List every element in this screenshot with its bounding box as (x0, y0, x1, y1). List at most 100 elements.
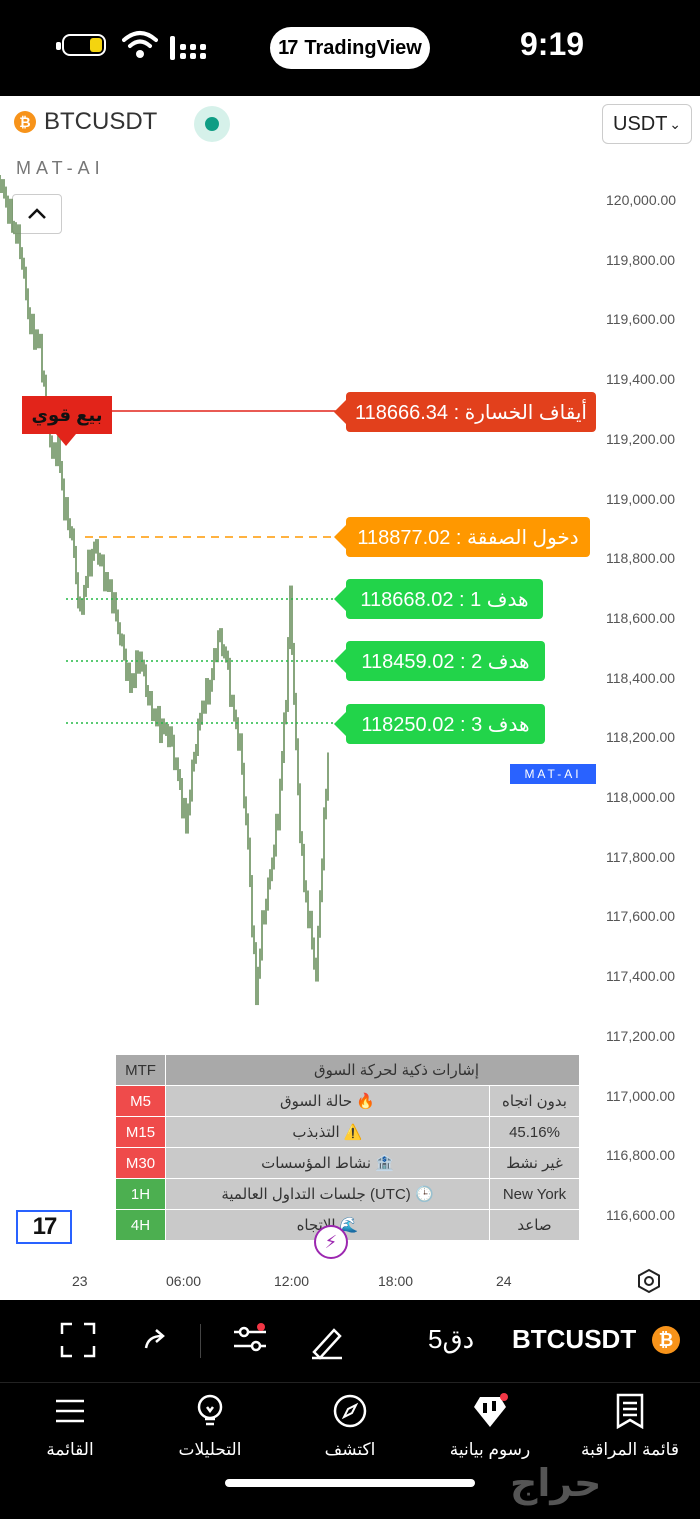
mtf-header-tf: MTF (115, 1054, 166, 1086)
price-axis-label: 119,200.00 (606, 430, 676, 447)
interval-button[interactable]: 5دق (428, 1324, 474, 1355)
mtf-label-cell: جلسات التداول العالمية (UTC) 🕒 (165, 1178, 490, 1210)
mtf-value: 45.16% (489, 1116, 580, 1148)
mtf-label: جلسات التداول العالمية (UTC) (221, 1186, 411, 1203)
fullscreen-icon[interactable] (60, 1322, 96, 1358)
price-axis-label: 117,000.00 (606, 1087, 676, 1104)
nav-explore-label: اكتشف (324, 1440, 376, 1459)
mtf-value: New York (489, 1178, 580, 1210)
menu-icon (56, 1399, 84, 1423)
app-pill[interactable]: 17 TradingView (270, 27, 430, 69)
mtf-header-title: إشارات ذكية لحركة السوق (165, 1054, 580, 1086)
price-axis-label: 119,600.00 (606, 311, 676, 328)
currency-select[interactable]: USDT ⌄ (602, 104, 692, 144)
time-axis-label: 06:00 (166, 1273, 202, 1289)
mtf-table: MTF إشارات ذكية لحركة السوق M5 حالة السوق… (115, 1054, 580, 1241)
site-watermark: حراج (510, 1463, 602, 1505)
mtf-row: 4H الاتجاه 🌊 صاعد (115, 1209, 580, 1241)
time-axis-label: 23 (72, 1273, 88, 1289)
mtf-value: بدون اتجاه (489, 1085, 580, 1117)
toolbar-symbol[interactable]: BTCUSDT (512, 1324, 636, 1355)
price-axis-label: 118,800.00 (606, 550, 676, 567)
battery-cap (56, 42, 61, 50)
mtf-row: 1H جلسات التداول العالمية (UTC) 🕒 New York (115, 1178, 580, 1210)
mtf-timeframe: M5 (115, 1085, 166, 1117)
price-axis-label: 116,600.00 (606, 1206, 676, 1223)
lightning-icon[interactable]: ⚡ (314, 1225, 348, 1259)
mtf-label-cell: نشاط المؤسسات 🏦 (165, 1147, 490, 1179)
mtf-label-cell: التذبذب ⚠️ (165, 1116, 490, 1148)
stop-loss-tag: أيقاف الخسارة : 118666.34 (334, 392, 596, 432)
tradingview-logo-icon: 17 (278, 36, 298, 59)
chart-toolbar: 5دق BTCUSDT ₿ (0, 1300, 700, 1382)
mtf-label: حالة السوق (280, 1093, 353, 1110)
nav-menu[interactable]: القائمة (0, 1393, 140, 1460)
mtf-value: صاعد (489, 1209, 580, 1241)
price-axis-label: 117,800.00 (606, 848, 676, 865)
mtf-header-row: MTF إشارات ذكية لحركة السوق (115, 1054, 580, 1086)
price-axis-label: 119,800.00 (606, 251, 676, 268)
mtf-row: M30 نشاط المؤسسات 🏦 غير نشط (115, 1147, 580, 1179)
chart-settings-icon[interactable] (636, 1268, 662, 1294)
mtf-row: M15 التذبذب ⚠️ 45.16% (115, 1116, 580, 1148)
price-axis-label: 119,000.00 (606, 490, 676, 507)
price-axis-label: 118,200.00 (606, 729, 676, 746)
nav-ideas-label: التحليلات (178, 1440, 242, 1459)
mtf-value: غير نشط (489, 1147, 580, 1179)
time-axis-label: 24 (496, 1273, 512, 1289)
watchlist-icon (616, 1393, 644, 1430)
redo-icon[interactable] (144, 1328, 170, 1352)
mtf-row-icon: 🕒 (414, 1186, 434, 1203)
compass-icon (333, 1394, 367, 1428)
home-indicator[interactable] (225, 1479, 475, 1487)
nav-ideas[interactable]: التحليلات (140, 1393, 280, 1460)
mtf-timeframe: 1H (115, 1178, 166, 1210)
target2-tag: هدف 2 : 118459.02 (334, 641, 545, 681)
chart-area[interactable]: ₿ BTCUSDT USDT ⌄ MAT-AI بيع قوي أيقاف ال… (0, 96, 700, 1300)
indicators-icon[interactable] (230, 1322, 270, 1358)
drawing-pen-icon[interactable] (308, 1322, 346, 1360)
sell-signal-label: بيع قوي (22, 396, 112, 446)
nav-charts[interactable]: رسوم بيانية (420, 1393, 560, 1460)
bottom-nav: القائمة التحليلات اكتشف رسوم بيانية قائم… (0, 1382, 700, 1519)
app-pill-label: TradingView (304, 36, 422, 59)
mtf-row-icon: ⚠️ (343, 1124, 363, 1141)
mtf-timeframe: 4H (115, 1209, 166, 1241)
target1-tag: هدف 1 : 118668.02 (334, 579, 543, 619)
nav-watchlist[interactable]: قائمة المراقبة (560, 1393, 700, 1460)
status-time: 9:19 (520, 26, 585, 62)
candles-icon (474, 1393, 508, 1427)
toolbar-separator (200, 1324, 201, 1358)
price-axis-label: 118,400.00 (606, 669, 676, 686)
price-axis-label: 119,400.00 (606, 371, 676, 388)
mtf-label: نشاط المؤسسات (261, 1155, 372, 1172)
mtf-row-icon: 🔥 (356, 1093, 375, 1110)
entry-tag: دخول الصفقة : 118877.02 (334, 517, 590, 557)
mtf-timeframe: M30 (115, 1147, 166, 1179)
nav-explore[interactable]: اكتشف (280, 1393, 420, 1460)
price-axis-label: 117,600.00 (606, 908, 676, 925)
mtf-row: M5 حالة السوق 🔥 بدون اتجاه (115, 1085, 580, 1117)
nav-watchlist-label: قائمة المراقبة (581, 1440, 679, 1459)
time-axis-label: 12:00 (274, 1273, 310, 1289)
status-bar: 17 TradingView 9:19 (0, 0, 700, 96)
currency-value: USDT (613, 112, 668, 135)
chevron-down-icon: ⌄ (669, 115, 681, 132)
price-axis-label: 120,000.00 (606, 192, 677, 208)
lightbulb-icon (197, 1394, 223, 1426)
target3-tag: هدف 3 : 118250.02 (334, 704, 545, 744)
nav-charts-label: رسوم بيانية (449, 1440, 531, 1459)
wifi-icon (122, 31, 158, 58)
price-axis-label: 118,600.00 (606, 609, 676, 626)
cellular-icon (170, 36, 206, 60)
tradingview-watermark-icon: 17 (16, 1210, 72, 1244)
nav-menu-label: القائمة (46, 1440, 94, 1459)
price-axis-label: 117,200.00 (606, 1027, 676, 1044)
mtf-row-icon: 🏦 (375, 1155, 394, 1172)
indicator-price-tag: MAT-AI (510, 764, 596, 784)
price-axis-label: 118,000.00 (606, 789, 676, 805)
mtf-timeframe: M15 (115, 1116, 166, 1148)
bitcoin-icon: ₿ (652, 1326, 680, 1354)
time-axis-label: 18:00 (378, 1273, 414, 1289)
battery-icon (62, 34, 106, 56)
